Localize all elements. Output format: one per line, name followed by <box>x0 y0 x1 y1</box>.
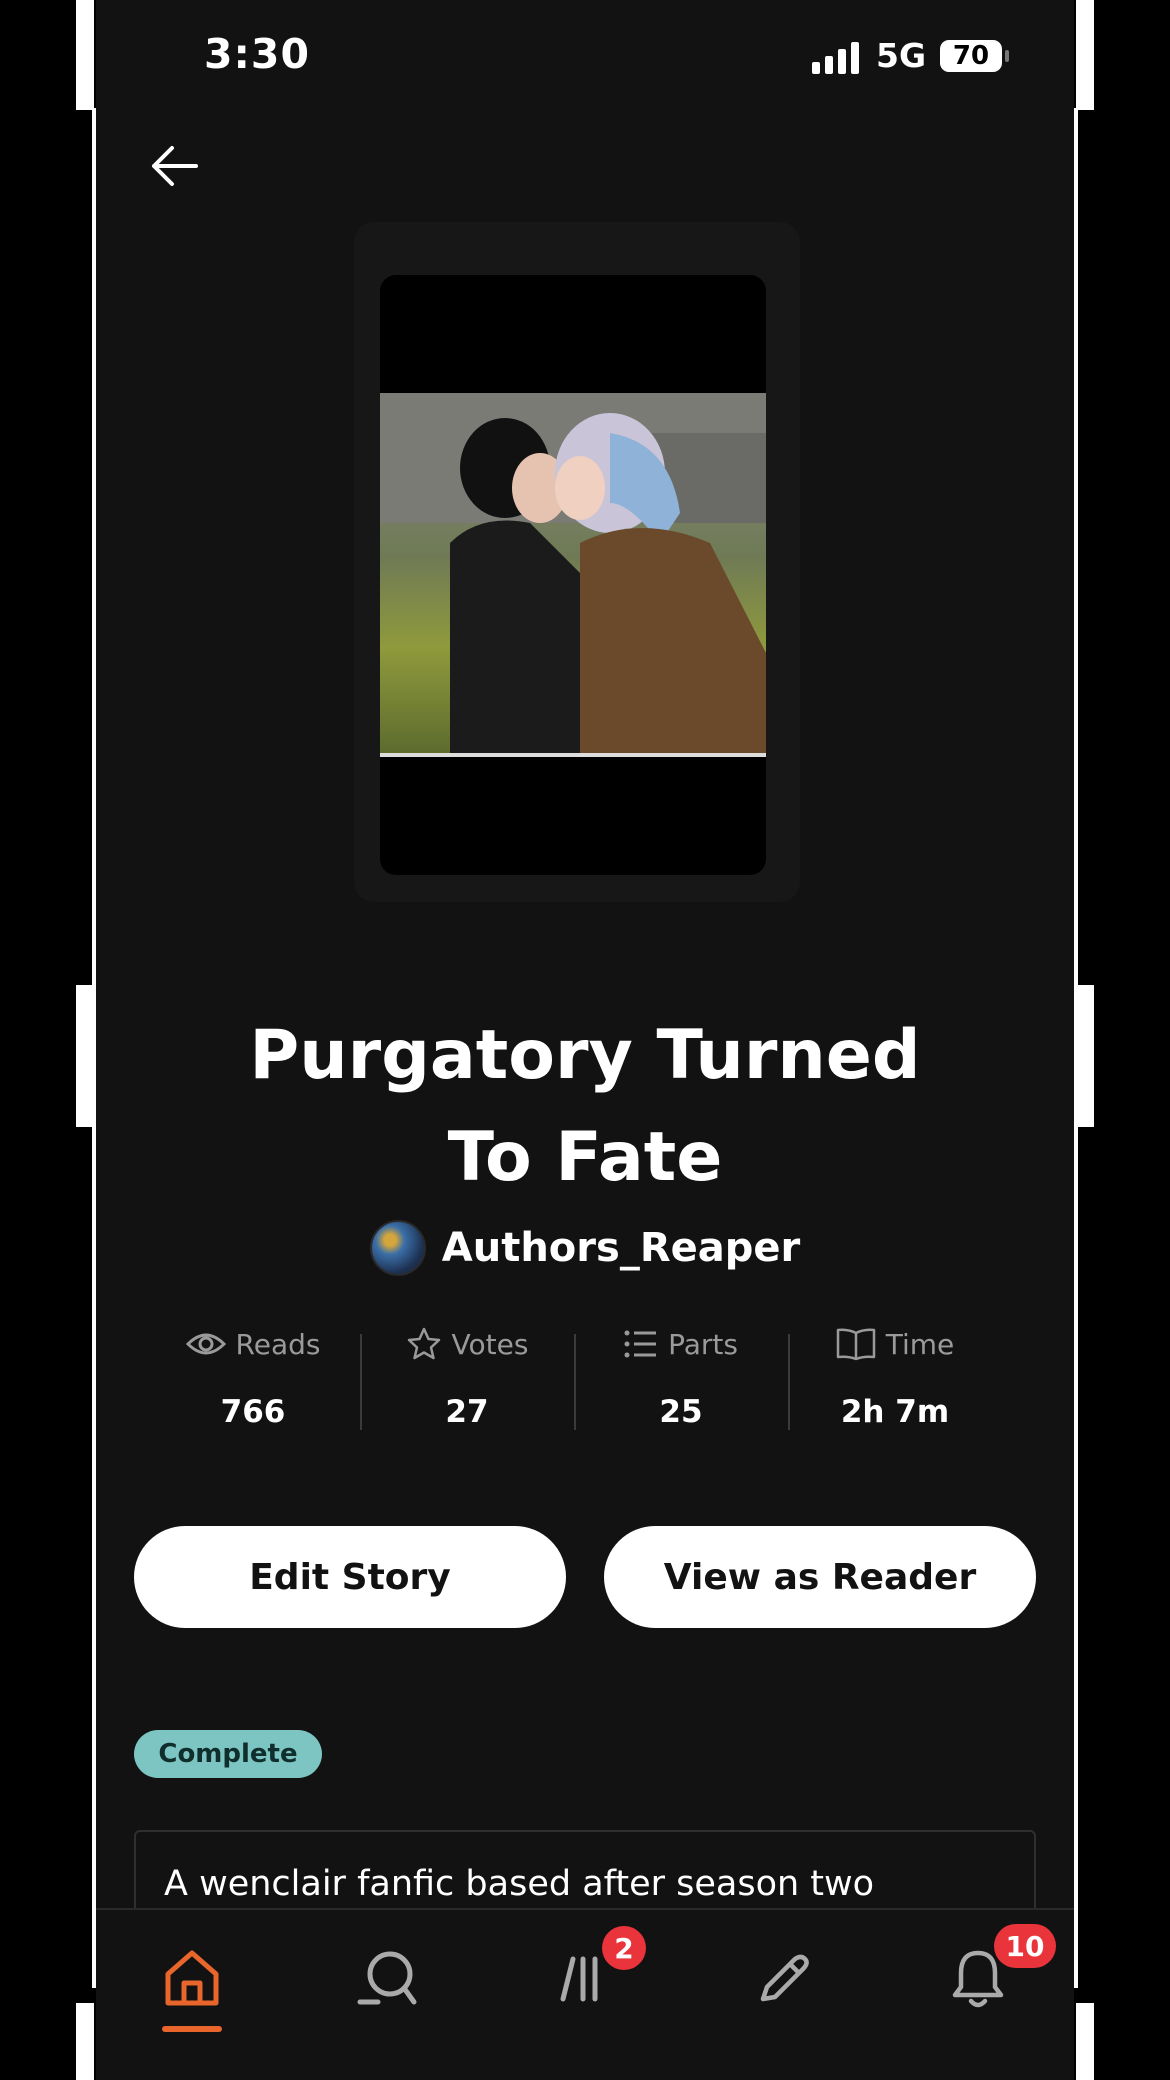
star-icon <box>407 1327 440 1360</box>
status-time: 3:30 <box>204 30 310 78</box>
stat-value: 766 <box>220 1394 286 1430</box>
stat-reads: Reads 766 <box>146 1324 360 1430</box>
story-description: A wenclair fanfic based after season two <box>164 1864 875 1904</box>
stat-time: Time 2h 7m <box>788 1324 1002 1430</box>
book-icon <box>836 1328 875 1361</box>
author-name: Authors_Reaper <box>441 1225 801 1271</box>
author-link[interactable]: Authors_Reaper <box>96 1218 1074 1278</box>
library-notification-badge: 2 <box>602 1926 646 1970</box>
story-title-line-1: Purgatory Turned <box>249 1016 921 1095</box>
notifications-badge: 10 <box>994 1924 1056 1968</box>
stat-label: Time <box>885 1327 955 1361</box>
pencil-icon <box>760 1954 809 2002</box>
nav-active-indicator <box>162 2026 222 2032</box>
eye-icon <box>185 1333 226 1355</box>
cover-photo <box>380 393 766 757</box>
battery-nub <box>1005 50 1009 62</box>
battery-indicator: 70 <box>940 40 1002 72</box>
nav-search[interactable] <box>348 1938 428 2018</box>
stat-value: 25 <box>659 1394 703 1430</box>
stat-value: 27 <box>445 1394 489 1430</box>
stat-parts: Parts 25 <box>574 1324 788 1430</box>
network-type: 5G <box>876 36 927 75</box>
story-title: Purgatory Turned To Fate <box>96 1005 1074 1209</box>
bottom-navigation: 2 10 <box>96 1908 1074 2080</box>
complete-status-badge: Complete <box>134 1730 322 1778</box>
stat-votes: Votes 27 <box>360 1324 574 1430</box>
nav-write[interactable] <box>744 1938 824 2018</box>
view-as-reader-button[interactable]: View as Reader <box>604 1526 1036 1628</box>
home-icon <box>165 1950 219 2006</box>
list-icon <box>624 1330 657 1358</box>
nav-home[interactable] <box>152 1938 232 2018</box>
story-cover-image[interactable] <box>380 275 766 875</box>
story-details-screen: 3:30 5G 70 Purgatory Turned To Fate Auth… <box>96 0 1074 2080</box>
signal-icon <box>812 42 859 74</box>
edit-story-button[interactable]: Edit Story <box>134 1526 566 1628</box>
story-title-line-2: To Fate <box>447 1118 723 1197</box>
stat-label: Votes <box>451 1327 529 1361</box>
stat-label: Reads <box>235 1327 321 1361</box>
stat-label: Parts <box>668 1327 738 1361</box>
back-arrow-icon[interactable] <box>146 138 202 194</box>
author-avatar <box>369 1220 426 1276</box>
story-stats: Reads 766 Votes 27 Parts 25 Time 2h 7m <box>146 1324 1002 1430</box>
stat-value: 2h 7m <box>840 1394 950 1430</box>
search-icon <box>357 1951 417 2005</box>
